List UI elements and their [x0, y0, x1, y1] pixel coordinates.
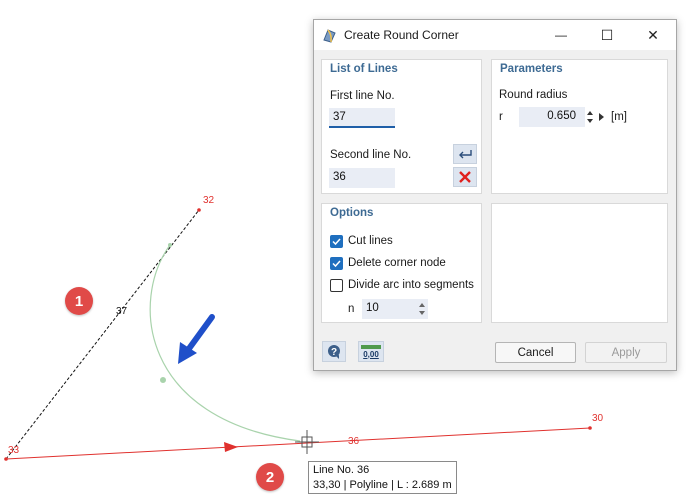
help-button[interactable]: ? [322, 341, 346, 362]
round-radius-input[interactable]: 0.650 [519, 107, 585, 127]
round-radius-label: Round radius [499, 89, 568, 101]
radius-unit: [m] [611, 111, 627, 123]
parameters-header: Parameters [500, 63, 563, 75]
tooltip-line-number: Line No. 36 [313, 464, 370, 476]
close-icon: ✕ [647, 26, 659, 43]
radius-menu-arrow-icon[interactable] [598, 111, 606, 123]
select-return-icon [459, 150, 472, 159]
cancel-button[interactable]: Cancel [495, 342, 576, 363]
delete-x-icon [459, 171, 471, 183]
line-direction-arrow [224, 442, 238, 452]
help-icon: ? [328, 344, 340, 359]
line-36-label: 36 [348, 436, 360, 447]
minimize-button[interactable]: — [538, 20, 584, 50]
round-corner-app-icon [323, 29, 336, 43]
pointer-arrow [178, 314, 215, 364]
dialog-title: Create Round Corner [344, 28, 459, 42]
create-round-corner-dialog: Create Round Corner — ☐ ✕ List of Lines … [313, 19, 677, 371]
list-of-lines-panel: List of Lines First line No. 37 Second l… [321, 59, 482, 194]
list-of-lines-header: List of Lines [330, 63, 398, 75]
units-button[interactable]: 0,00 [358, 341, 384, 362]
line-tooltip: Line No. 36 33,30 | Polyline | L : 2.689… [308, 461, 457, 494]
first-line-label: First line No. [330, 90, 395, 102]
node-30-point [588, 426, 592, 430]
parameters-panel: Parameters Round radius r 0.650 [m] [491, 59, 668, 194]
callout-badge-1: 1 [65, 287, 93, 315]
second-line-input[interactable]: 36 [329, 168, 395, 188]
apply-button[interactable]: Apply [585, 342, 667, 363]
units-icon-text: 0,00 [363, 349, 379, 359]
round-radius-value: 0.650 [547, 110, 576, 122]
minimize-icon: — [555, 28, 567, 42]
tooltip-line-details: 33,30 | Polyline | L : 2.689 m [313, 479, 452, 491]
select-lines-button[interactable] [453, 144, 477, 164]
round-corner-arc [149, 244, 301, 442]
options-panel: Options Cut lines Delete corner node Div… [321, 203, 482, 323]
clear-lines-button[interactable] [453, 167, 477, 187]
maximize-button[interactable]: ☐ [584, 20, 630, 50]
node-32-point [197, 208, 201, 212]
maximize-icon: ☐ [600, 26, 614, 43]
radius-spinner-icon[interactable] [586, 108, 594, 126]
callout-badge-2: 2 [256, 463, 284, 491]
divide-arc-label[interactable]: Divide arc into segments [348, 279, 474, 291]
arc-midpoint [160, 377, 166, 383]
cut-lines-checkbox[interactable] [330, 235, 343, 248]
divide-arc-checkbox[interactable] [330, 279, 343, 292]
first-line-input[interactable]: 37 [329, 108, 395, 128]
node-33-point [4, 457, 8, 461]
dialog-titlebar[interactable]: Create Round Corner — ☐ ✕ [314, 20, 676, 50]
options-header: Options [330, 207, 374, 219]
segments-n-label: n [348, 303, 355, 315]
delete-corner-node-checkbox[interactable] [330, 257, 343, 270]
node-32-label: 32 [203, 195, 215, 206]
segments-spinner-icon[interactable] [418, 300, 426, 318]
cursor-crosshair [295, 430, 319, 454]
delete-corner-node-label[interactable]: Delete corner node [348, 257, 446, 269]
empty-panel [491, 203, 668, 323]
svg-text:?: ? [331, 347, 337, 358]
second-line-label: Second line No. [330, 149, 412, 161]
checkmark-icon [332, 238, 341, 246]
radius-symbol: r [499, 111, 503, 123]
checkmark-icon [332, 260, 341, 268]
line-36[interactable] [5, 427, 591, 460]
line-37-label: 37 [116, 306, 128, 317]
cut-lines-label[interactable]: Cut lines [348, 235, 393, 247]
node-30-label: 30 [592, 413, 604, 424]
line-37[interactable] [5, 209, 200, 460]
node-33-label: 33 [8, 445, 20, 456]
close-button[interactable]: ✕ [630, 20, 676, 50]
arc-start-point [168, 243, 172, 247]
